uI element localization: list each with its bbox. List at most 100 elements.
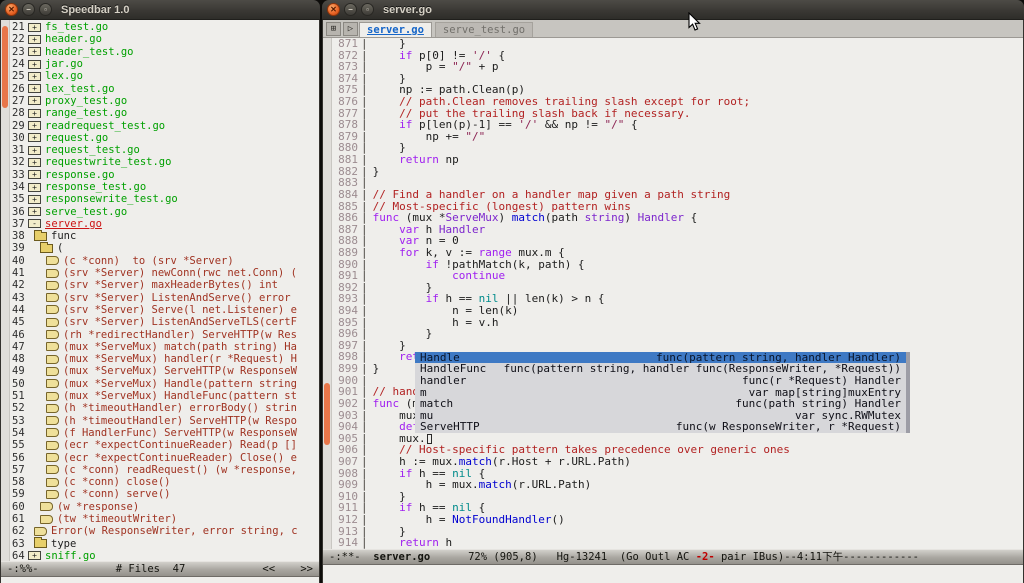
tree-row[interactable]: 50(mux *ServeMux) Handle(pattern string: [10, 378, 319, 390]
tree-item-label[interactable]: (mux *ServeMux) handler(r *Request) H: [63, 353, 297, 365]
tree-row[interactable]: 30+request.go: [10, 132, 319, 144]
tree-item-label[interactable]: (w *response): [57, 501, 139, 513]
tree-row[interactable]: 53(h *timeoutHandler) ServeHTTP(w Respo: [10, 415, 319, 427]
tree-row[interactable]: 38func: [10, 230, 319, 242]
minimize-icon[interactable]: −: [344, 3, 357, 16]
tree-row[interactable]: 58(c *conn) close(): [10, 476, 319, 488]
tree-row[interactable]: 33+response.go: [10, 169, 319, 181]
speedbar-titlebar[interactable]: ✕ − ▫ Speedbar 1.0: [0, 0, 320, 20]
code-line[interactable]: 882|}: [332, 166, 1023, 178]
tree-row[interactable]: 35+responsewrite_test.go: [10, 193, 319, 205]
expand-icon[interactable]: +: [28, 60, 41, 69]
code-line[interactable]: 873| p = "/" + p: [332, 61, 1023, 73]
code-line[interactable]: 895| h = v.h: [332, 317, 1023, 329]
tree-row[interactable]: 22+header.go: [10, 33, 319, 45]
tree-row[interactable]: 62Error(w ResponseWriter, error string, …: [10, 525, 319, 537]
tree-item-label[interactable]: jar.go: [45, 58, 83, 70]
tree-item-label[interactable]: Error(w ResponseWriter, error string, c: [51, 525, 298, 537]
maximize-icon[interactable]: ▫: [361, 3, 374, 16]
tree-item-label[interactable]: (ecr *expectContinueReader) Read(p []: [63, 439, 297, 451]
tree-item-label[interactable]: (f HandlerFunc) ServeHTTP(w ResponseW: [63, 427, 297, 439]
tree-row[interactable]: 57(c *conn) readRequest() (w *response,: [10, 464, 319, 476]
home-icon[interactable]: ⊞: [326, 22, 341, 36]
tree-item-label[interactable]: (srv *Server) newConn(rwc net.Conn) (: [63, 267, 297, 279]
tree-row[interactable]: 49(mux *ServeMux) ServeHTTP(w ResponseW: [10, 365, 319, 377]
tree-item-label[interactable]: server.go: [45, 218, 102, 230]
close-icon[interactable]: ✕: [327, 3, 340, 16]
tree-row[interactable]: 48(mux *ServeMux) handler(r *Request) H: [10, 353, 319, 365]
tree-item-label[interactable]: (srv *Server) maxHeaderBytes() int: [63, 279, 278, 291]
tree-item-label[interactable]: lex.go: [45, 70, 83, 82]
expand-icon[interactable]: +: [28, 23, 41, 32]
autocomplete-item[interactable]: matchfunc(path string) Handler: [415, 398, 906, 410]
tree-item-label[interactable]: (tw *timeoutWriter): [57, 513, 177, 525]
tree-row[interactable]: 60(w *response): [10, 501, 319, 513]
tree-row[interactable]: 43(srv *Server) ListenAndServe() error: [10, 292, 319, 304]
tree-item-label[interactable]: (mux *ServeMux) Handle(pattern string: [63, 378, 297, 390]
tree-row[interactable]: 59(c *conn) serve(): [10, 488, 319, 500]
tree-row[interactable]: 21+fs_test.go: [10, 21, 319, 33]
tree-item-label[interactable]: (mux *ServeMux) match(path string) Ha: [63, 341, 297, 353]
expand-icon[interactable]: +: [28, 207, 41, 216]
tree-item-label[interactable]: readrequest_test.go: [45, 120, 165, 132]
code-line[interactable]: 897| }: [332, 340, 1023, 352]
expand-icon[interactable]: +: [28, 183, 41, 192]
tree-item-label[interactable]: header.go: [45, 33, 102, 45]
tree-row[interactable]: 24+jar.go: [10, 58, 319, 70]
code-line[interactable]: 881| return np: [332, 154, 1023, 166]
expand-icon[interactable]: +: [28, 35, 41, 44]
tree-row[interactable]: 54(f HandlerFunc) ServeHTTP(w ResponseW: [10, 427, 319, 439]
tree-item-label[interactable]: (: [57, 242, 63, 254]
tree-item-label[interactable]: (c *conn) to (srv *Server): [63, 255, 234, 267]
code-line[interactable]: 909| h = mux.match(r.URL.Path): [332, 479, 1023, 491]
expand-icon[interactable]: +: [28, 121, 41, 130]
tree-row[interactable]: 36+serve_test.go: [10, 205, 319, 217]
editor-titlebar[interactable]: ✕ − ▫ server.go: [322, 0, 1024, 20]
tree-item-label[interactable]: lex_test.go: [45, 83, 115, 95]
autocomplete-item[interactable]: ServeHTTPfunc(w ResponseWriter, r *Reque…: [415, 421, 906, 433]
tree-item-label[interactable]: (c *conn) readRequest() (w *response,: [63, 464, 297, 476]
scrollbar-thumb[interactable]: [324, 383, 330, 445]
tree-item-label[interactable]: header_test.go: [45, 46, 134, 58]
tree-row[interactable]: 37-server.go: [10, 218, 319, 230]
expand-icon[interactable]: +: [28, 109, 41, 118]
speedbar-scrollbar[interactable]: [1, 20, 10, 561]
close-icon[interactable]: ✕: [5, 3, 18, 16]
tree-item-label[interactable]: range_test.go: [45, 107, 127, 119]
tree-item-label[interactable]: func: [51, 230, 76, 242]
expand-icon[interactable]: +: [28, 47, 41, 56]
tree-item-label[interactable]: request_test.go: [45, 144, 140, 156]
tree-item-label[interactable]: (ecr *expectContinueReader) Close() e: [63, 452, 297, 464]
tree-item-label[interactable]: (mux *ServeMux) HandleFunc(pattern st: [63, 390, 297, 402]
expand-icon[interactable]: +: [28, 195, 41, 204]
minimize-icon[interactable]: −: [22, 3, 35, 16]
tree-item-label[interactable]: (h *timeoutHandler) ServeHTTP(w Respo: [63, 415, 297, 427]
tree-row[interactable]: 27+proxy_test.go: [10, 95, 319, 107]
tree-item-label[interactable]: (rh *redirectHandler) ServeHTTP(w Res: [63, 329, 297, 341]
tree-row[interactable]: 44(srv *Server) Serve(l net.Listener) e: [10, 304, 319, 316]
tree-item-label[interactable]: requestwrite_test.go: [45, 156, 171, 168]
tree-row[interactable]: 61(tw *timeoutWriter): [10, 513, 319, 525]
tree-row[interactable]: 28+range_test.go: [10, 107, 319, 119]
expand-icon[interactable]: +: [28, 84, 41, 93]
editor-scrollbar[interactable]: [323, 38, 332, 549]
tree-row[interactable]: 52(h *timeoutHandler) errorBody() strin: [10, 402, 319, 414]
tree-item-label[interactable]: request.go: [45, 132, 108, 144]
tab-serve-test-go[interactable]: serve_test.go: [435, 22, 533, 37]
collapse-icon[interactable]: -: [28, 219, 41, 228]
code-line[interactable]: 912| h = NotFoundHandler(): [332, 514, 1023, 526]
tree-row[interactable]: 51(mux *ServeMux) HandleFunc(pattern st: [10, 390, 319, 402]
tree-item-label[interactable]: response.go: [45, 169, 115, 181]
code-line[interactable]: 914| return h: [332, 537, 1023, 549]
tree-row[interactable]: 25+lex.go: [10, 70, 319, 82]
tree-item-label[interactable]: fs_test.go: [45, 21, 108, 33]
tree-row[interactable]: 63type: [10, 537, 319, 549]
tree-item-label[interactable]: response_test.go: [45, 181, 146, 193]
folder-icon[interactable]: [40, 244, 53, 253]
expand-icon[interactable]: +: [28, 158, 41, 167]
tree-row[interactable]: 47(mux *ServeMux) match(path string) Ha: [10, 341, 319, 353]
expand-icon[interactable]: +: [28, 133, 41, 142]
tree-item-label[interactable]: serve_test.go: [45, 206, 127, 218]
code-line[interactable]: 879| np += "/": [332, 131, 1023, 143]
tree-item-label[interactable]: (mux *ServeMux) ServeHTTP(w ResponseW: [63, 365, 297, 377]
